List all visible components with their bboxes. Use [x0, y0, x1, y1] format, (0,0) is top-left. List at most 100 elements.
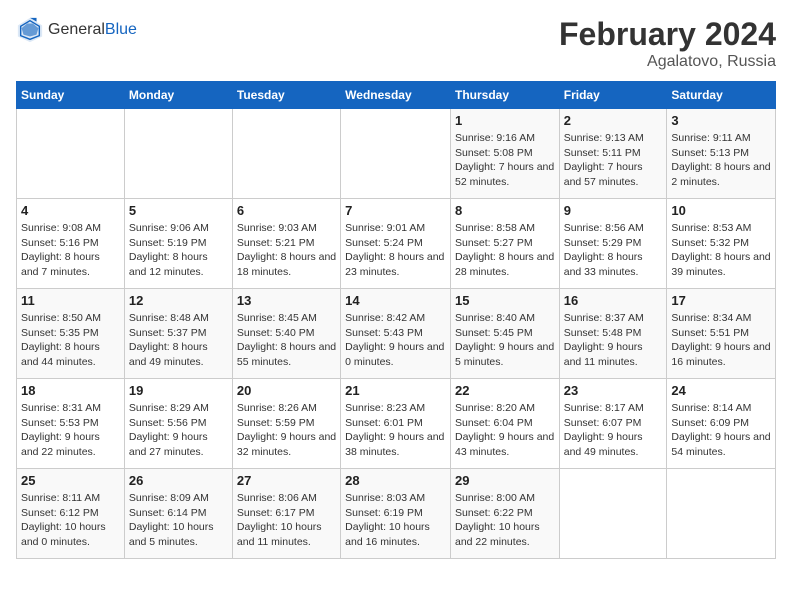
day-number: 1 — [455, 113, 555, 128]
calendar-day-cell: 27 Sunrise: 8:06 AM Sunset: 6:17 PM Dayli… — [232, 469, 340, 559]
day-number: 10 — [671, 203, 771, 218]
calendar-day-cell: 24Sunrise: 8:14 AM Sunset: 6:09 PM Dayli… — [667, 379, 776, 469]
weekday-header: Thursday — [450, 82, 559, 109]
day-info: Sunrise: 9:13 AM Sunset: 5:11 PM Dayligh… — [564, 131, 663, 190]
logo-blue: Blue — [105, 21, 137, 39]
day-number: 9 — [564, 203, 663, 218]
calendar-day-cell: 5Sunrise: 9:06 AM Sunset: 5:19 PM Daylig… — [124, 199, 232, 289]
day-number: 13 — [237, 293, 336, 308]
calendar-header-row: SundayMondayTuesdayWednesdayThursdayFrid… — [17, 82, 776, 109]
day-info: Sunrise: 9:16 AM Sunset: 5:08 PM Dayligh… — [455, 131, 555, 190]
calendar-day-cell: 11Sunrise: 8:50 AM Sunset: 5:35 PM Dayli… — [17, 289, 125, 379]
calendar-day-cell: 16 Sunrise: 8:37 AM Sunset: 5:48 PM Dayli… — [559, 289, 667, 379]
weekday-header: Tuesday — [232, 82, 340, 109]
calendar-week-row: 18Sunrise: 8:31 AM Sunset: 5:53 PM Dayli… — [17, 379, 776, 469]
day-number: 14 — [345, 293, 446, 308]
day-number: 2 — [564, 113, 663, 128]
day-info: Sunrise: 9:11 AM Sunset: 5:13 PM Dayligh… — [671, 131, 771, 190]
calendar-week-row: 1 Sunrise: 9:16 AM Sunset: 5:08 PM Daylig… — [17, 109, 776, 199]
calendar-day-cell — [17, 109, 125, 199]
day-info: Sunrise: 8:42 AM Sunset: 5:43 PM Dayligh… — [345, 311, 446, 370]
calendar-day-cell: 15Sunrise: 8:40 AM Sunset: 5:45 PM Dayli… — [450, 289, 559, 379]
day-number: 12 — [129, 293, 228, 308]
day-info: Sunrise: 8:34 AM Sunset: 5:51 PM Dayligh… — [671, 311, 771, 370]
title-block: February 2024 Agalatovo, Russia — [559, 16, 776, 71]
day-info: Sunrise: 8:23 AM Sunset: 6:01 PM Dayligh… — [345, 401, 446, 460]
day-info: Sunrise: 8:06 AM Sunset: 6:17 PM Dayligh… — [237, 491, 336, 550]
day-info: Sunrise: 8:48 AM Sunset: 5:37 PM Dayligh… — [129, 311, 228, 370]
day-number: 26 — [129, 473, 228, 488]
day-number: 8 — [455, 203, 555, 218]
calendar-day-cell: 22 Sunrise: 8:20 AM Sunset: 6:04 PM Dayli… — [450, 379, 559, 469]
calendar-day-cell: 26 Sunrise: 8:09 AM Sunset: 6:14 PM Dayli… — [124, 469, 232, 559]
calendar-day-cell: 4 Sunrise: 9:08 AM Sunset: 5:16 PM Daylig… — [17, 199, 125, 289]
day-number: 16 — [564, 293, 663, 308]
calendar-day-cell: 1 Sunrise: 9:16 AM Sunset: 5:08 PM Daylig… — [450, 109, 559, 199]
day-info: Sunrise: 8:17 AM Sunset: 6:07 PM Dayligh… — [564, 401, 663, 460]
day-number: 21 — [345, 383, 446, 398]
logo-general: General — [48, 21, 105, 39]
day-number: 6 — [237, 203, 336, 218]
weekday-header: Wednesday — [341, 82, 451, 109]
calendar-day-cell — [667, 469, 776, 559]
day-info: Sunrise: 9:01 AM Sunset: 5:24 PM Dayligh… — [345, 221, 446, 280]
day-info: Sunrise: 9:03 AM Sunset: 5:21 PM Dayligh… — [237, 221, 336, 280]
day-info: Sunrise: 8:31 AM Sunset: 5:53 PM Dayligh… — [21, 401, 120, 460]
day-info: Sunrise: 9:08 AM Sunset: 5:16 PM Dayligh… — [21, 221, 120, 280]
day-number: 27 — [237, 473, 336, 488]
calendar-day-cell: 21 Sunrise: 8:23 AM Sunset: 6:01 PM Dayli… — [341, 379, 451, 469]
calendar-day-cell: 10 Sunrise: 8:53 AM Sunset: 5:32 PM Dayli… — [667, 199, 776, 289]
calendar-day-cell: 13 Sunrise: 8:45 AM Sunset: 5:40 PM Dayli… — [232, 289, 340, 379]
calendar-day-cell: 28Sunrise: 8:03 AM Sunset: 6:19 PM Dayli… — [341, 469, 451, 559]
calendar-day-cell: 6 Sunrise: 9:03 AM Sunset: 5:21 PM Daylig… — [232, 199, 340, 289]
weekday-header: Saturday — [667, 82, 776, 109]
calendar-week-row: 4 Sunrise: 9:08 AM Sunset: 5:16 PM Daylig… — [17, 199, 776, 289]
day-number: 22 — [455, 383, 555, 398]
weekday-header: Friday — [559, 82, 667, 109]
day-info: Sunrise: 8:58 AM Sunset: 5:27 PM Dayligh… — [455, 221, 555, 280]
day-info: Sunrise: 8:26 AM Sunset: 5:59 PM Dayligh… — [237, 401, 336, 460]
calendar-day-cell: 14 Sunrise: 8:42 AM Sunset: 5:43 PM Dayli… — [341, 289, 451, 379]
weekday-header: Monday — [124, 82, 232, 109]
calendar-day-cell: 25Sunrise: 8:11 AM Sunset: 6:12 PM Dayli… — [17, 469, 125, 559]
calendar-day-cell: 9 Sunrise: 8:56 AM Sunset: 5:29 PM Daylig… — [559, 199, 667, 289]
day-number: 19 — [129, 383, 228, 398]
day-info: Sunrise: 8:00 AM Sunset: 6:22 PM Dayligh… — [455, 491, 555, 550]
calendar-day-cell — [341, 109, 451, 199]
calendar-day-cell: 2 Sunrise: 9:13 AM Sunset: 5:11 PM Daylig… — [559, 109, 667, 199]
day-info: Sunrise: 8:09 AM Sunset: 6:14 PM Dayligh… — [129, 491, 228, 550]
day-info: Sunrise: 8:53 AM Sunset: 5:32 PM Dayligh… — [671, 221, 771, 280]
logo-text: GeneralBlue — [48, 21, 137, 39]
calendar-day-cell: 19Sunrise: 8:29 AM Sunset: 5:56 PM Dayli… — [124, 379, 232, 469]
page-header: GeneralBlue February 2024 Agalatovo, Rus… — [16, 16, 776, 71]
calendar-day-cell — [124, 109, 232, 199]
month-title: February 2024 — [559, 16, 776, 53]
day-number: 24 — [671, 383, 771, 398]
calendar-day-cell: 8 Sunrise: 8:58 AM Sunset: 5:27 PM Daylig… — [450, 199, 559, 289]
day-info: Sunrise: 9:06 AM Sunset: 5:19 PM Dayligh… — [129, 221, 228, 280]
calendar-day-cell: 20 Sunrise: 8:26 AM Sunset: 5:59 PM Dayli… — [232, 379, 340, 469]
day-info: Sunrise: 8:56 AM Sunset: 5:29 PM Dayligh… — [564, 221, 663, 280]
day-number: 17 — [671, 293, 771, 308]
calendar-week-row: 11Sunrise: 8:50 AM Sunset: 5:35 PM Dayli… — [17, 289, 776, 379]
calendar-day-cell: 3 Sunrise: 9:11 AM Sunset: 5:13 PM Daylig… — [667, 109, 776, 199]
day-info: Sunrise: 8:37 AM Sunset: 5:48 PM Dayligh… — [564, 311, 663, 370]
calendar-day-cell: 29Sunrise: 8:00 AM Sunset: 6:22 PM Dayli… — [450, 469, 559, 559]
logo-icon — [16, 16, 44, 44]
day-number: 3 — [671, 113, 771, 128]
calendar-day-cell — [559, 469, 667, 559]
day-number: 25 — [21, 473, 120, 488]
calendar-day-cell: 17 Sunrise: 8:34 AM Sunset: 5:51 PM Dayli… — [667, 289, 776, 379]
calendar-day-cell — [232, 109, 340, 199]
day-info: Sunrise: 8:20 AM Sunset: 6:04 PM Dayligh… — [455, 401, 555, 460]
day-number: 4 — [21, 203, 120, 218]
location: Agalatovo, Russia — [559, 53, 776, 71]
calendar-body: 1 Sunrise: 9:16 AM Sunset: 5:08 PM Daylig… — [17, 109, 776, 559]
weekday-header: Sunday — [17, 82, 125, 109]
calendar-day-cell: 7Sunrise: 9:01 AM Sunset: 5:24 PM Daylig… — [341, 199, 451, 289]
day-info: Sunrise: 8:50 AM Sunset: 5:35 PM Dayligh… — [21, 311, 120, 370]
day-number: 23 — [564, 383, 663, 398]
day-info: Sunrise: 8:40 AM Sunset: 5:45 PM Dayligh… — [455, 311, 555, 370]
day-info: Sunrise: 8:45 AM Sunset: 5:40 PM Dayligh… — [237, 311, 336, 370]
day-number: 20 — [237, 383, 336, 398]
